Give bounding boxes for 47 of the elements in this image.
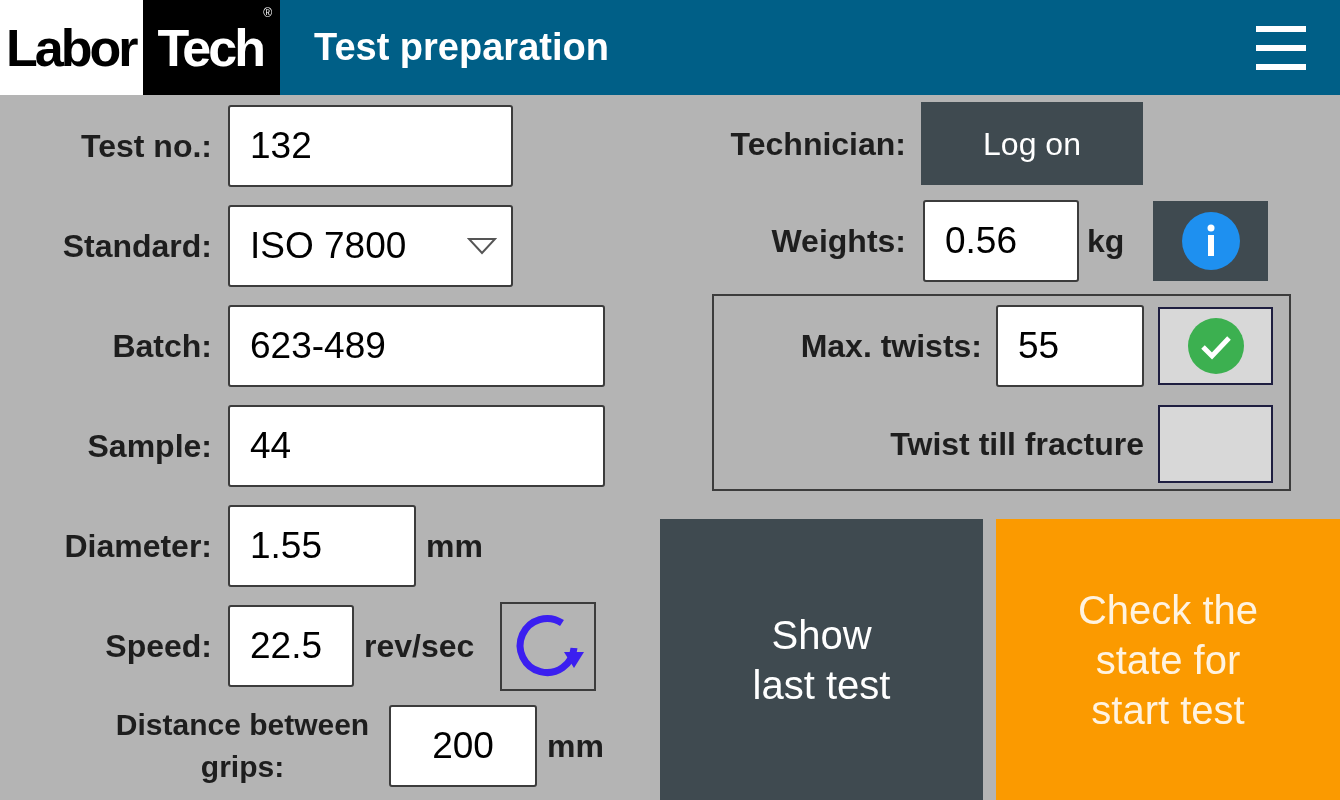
checkbox[interactable] [1158,405,1273,483]
logo-text: Labor [5,17,137,79]
field-value: 55 [1018,324,1060,369]
field-value: 623-489 [250,324,386,369]
show-last-test-button[interactable]: Show last test [660,519,983,800]
dropdown-value: ISO 7800 [250,224,407,269]
field-label: Standard: [61,227,212,266]
input-field[interactable]: 44 [228,405,605,487]
field-value: 200 [432,724,494,769]
field-label: Diameter: [63,527,212,566]
unit-label: mm [547,727,604,766]
unit-label: rev/sec [364,627,475,666]
check-icon [1186,317,1245,375]
info-icon [1180,211,1241,271]
input-field[interactable]: 1.55 [228,505,416,587]
caret-icon [467,237,497,255]
info-button[interactable] [1153,201,1269,281]
field-label: Distance between grips: [114,707,371,785]
unit-label: kg [1087,222,1125,261]
field-label: Test no.: [80,127,212,166]
input-field[interactable]: 200 [389,705,537,787]
field-value: 0.56 [945,219,1017,264]
field-label: Speed: [104,627,212,666]
field-value: 44 [250,424,292,469]
input-field[interactable]: 0.56 [923,200,1079,282]
field-value: 1.55 [250,524,322,569]
refresh-button[interactable] [500,601,597,691]
field-value: 132 [250,124,312,169]
field-label: Batch: [111,327,212,366]
unit-label: mm [426,527,483,566]
logo-text: Tech [156,17,263,79]
field-label: Sample: [86,427,212,466]
checkbox[interactable] [1158,307,1273,385]
log-on-button[interactable]: Log on [921,102,1143,185]
dropdown[interactable]: ISO 7800 [228,205,513,287]
page-title: Test preparation [314,25,610,70]
option-label: Max. twists: [800,327,982,366]
input-field[interactable]: 22.5 [228,605,354,687]
field-label: Technician: [729,124,906,164]
field-label: Weights: [770,222,906,261]
field-value: 22.5 [250,624,322,669]
input-field[interactable]: 55 [996,305,1144,387]
registered-mark: ® [263,5,272,22]
input-field[interactable]: 132 [228,105,513,187]
menu-icon[interactable] [1256,25,1306,70]
input-field[interactable]: 623-489 [228,305,605,387]
option-label: Twist till fracture [890,425,1144,464]
